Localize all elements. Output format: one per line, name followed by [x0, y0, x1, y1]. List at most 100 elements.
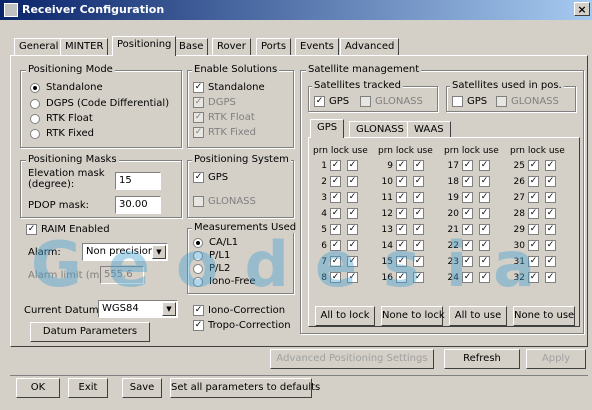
use-checkbox[interactable]	[347, 224, 358, 235]
use-checkbox[interactable]	[413, 272, 424, 283]
tab-base[interactable]: Base	[174, 38, 209, 56]
radio-p-l1[interactable]: P/L1	[193, 250, 230, 261]
lock-checkbox[interactable]	[462, 272, 473, 283]
use-checkbox[interactable]	[347, 192, 358, 203]
close-button[interactable]: ×	[574, 2, 590, 16]
lock-checkbox[interactable]	[396, 272, 407, 283]
lock-checkbox[interactable]	[462, 240, 473, 251]
check-iono-correction[interactable]: Iono-Correction	[193, 305, 285, 316]
use-checkbox[interactable]	[347, 256, 358, 267]
use-checkbox[interactable]	[545, 272, 556, 283]
radio-rtk-float[interactable]: RTK Float	[30, 113, 93, 124]
use-checkbox[interactable]	[347, 176, 358, 187]
tab-ports[interactable]: Ports	[256, 38, 292, 56]
set-defaults-button[interactable]: Set all parameters to defaults	[170, 378, 320, 398]
lock-checkbox[interactable]	[528, 256, 539, 267]
tab-positioning[interactable]: Positioning	[112, 36, 177, 56]
lock-checkbox[interactable]	[462, 176, 473, 187]
use-checkbox[interactable]	[479, 256, 490, 267]
lock-checkbox[interactable]	[330, 208, 341, 219]
refresh-button[interactable]: Refresh	[444, 349, 520, 369]
lock-checkbox[interactable]	[330, 176, 341, 187]
use-checkbox[interactable]	[413, 256, 424, 267]
alarm-select[interactable]: Non precision ▼	[82, 243, 168, 261]
use-checkbox[interactable]	[479, 224, 490, 235]
chevron-down-icon[interactable]: ▼	[152, 245, 166, 259]
use-checkbox[interactable]	[413, 176, 424, 187]
use-checkbox[interactable]	[545, 160, 556, 171]
lock-checkbox[interactable]	[528, 160, 539, 171]
use-checkbox[interactable]	[479, 208, 490, 219]
lock-checkbox[interactable]	[528, 272, 539, 283]
chevron-down-icon[interactable]: ▼	[162, 302, 176, 316]
pdop-mask-input[interactable]: 30.00	[115, 196, 161, 214]
lock-checkbox[interactable]	[462, 160, 473, 171]
lock-checkbox[interactable]	[528, 208, 539, 219]
lock-checkbox[interactable]	[528, 240, 539, 251]
lock-checkbox[interactable]	[396, 240, 407, 251]
lock-checkbox[interactable]	[462, 208, 473, 219]
check-tropo-correction[interactable]: Tropo-Correction	[193, 320, 291, 331]
lock-checkbox[interactable]	[528, 224, 539, 235]
tab-minter[interactable]: MINTER	[60, 38, 109, 56]
use-checkbox[interactable]	[347, 160, 358, 171]
use-checkbox[interactable]	[479, 272, 490, 283]
use-checkbox[interactable]	[479, 240, 490, 251]
use-checkbox[interactable]	[479, 176, 490, 187]
datum-parameters-button[interactable]: Datum Parameters	[30, 322, 150, 342]
lock-checkbox[interactable]	[330, 256, 341, 267]
inner-tab-glonass[interactable]: GLONASS	[349, 121, 411, 138]
lock-checkbox[interactable]	[330, 224, 341, 235]
lock-checkbox[interactable]	[396, 256, 407, 267]
lock-checkbox[interactable]	[396, 160, 407, 171]
lock-checkbox[interactable]	[330, 160, 341, 171]
tab-advanced[interactable]: Advanced	[340, 38, 400, 56]
tab-events[interactable]: Events	[295, 38, 339, 56]
check-used-gps[interactable]: GPS	[452, 96, 487, 107]
lock-checkbox[interactable]	[528, 192, 539, 203]
check-system-gps[interactable]: GPS	[193, 172, 228, 183]
use-checkbox[interactable]	[545, 208, 556, 219]
none-to-use-button[interactable]: None to use	[513, 306, 575, 326]
use-checkbox[interactable]	[413, 240, 424, 251]
check-raim-enabled[interactable]: RAIM Enabled	[26, 224, 110, 235]
radio-standalone[interactable]: Standalone	[30, 82, 103, 93]
elevation-mask-input[interactable]: 15	[115, 172, 161, 190]
lock-checkbox[interactable]	[330, 272, 341, 283]
lock-checkbox[interactable]	[330, 240, 341, 251]
check-standalone[interactable]: Standalone	[193, 82, 265, 93]
use-checkbox[interactable]	[413, 224, 424, 235]
use-checkbox[interactable]	[479, 160, 490, 171]
use-checkbox[interactable]	[479, 192, 490, 203]
exit-button[interactable]: Exit	[68, 378, 108, 398]
radio-dgps[interactable]: DGPS (Code Differential)	[30, 98, 169, 109]
radio-ca-l1[interactable]: CA/L1	[193, 237, 238, 248]
lock-checkbox[interactable]	[396, 192, 407, 203]
use-checkbox[interactable]	[545, 240, 556, 251]
use-checkbox[interactable]	[545, 256, 556, 267]
all-to-lock-button[interactable]: All to lock	[315, 306, 375, 326]
tab-general[interactable]: General	[14, 38, 64, 56]
use-checkbox[interactable]	[347, 240, 358, 251]
lock-checkbox[interactable]	[396, 176, 407, 187]
use-checkbox[interactable]	[413, 208, 424, 219]
check-tracked-gps[interactable]: GPS	[314, 96, 349, 107]
use-checkbox[interactable]	[545, 224, 556, 235]
lock-checkbox[interactable]	[396, 224, 407, 235]
save-button[interactable]: Save	[122, 378, 162, 398]
lock-checkbox[interactable]	[462, 224, 473, 235]
radio-p-l2[interactable]: P/L2	[193, 263, 230, 274]
lock-checkbox[interactable]	[462, 256, 473, 267]
use-checkbox[interactable]	[413, 192, 424, 203]
none-to-lock-button[interactable]: None to lock	[381, 306, 445, 326]
use-checkbox[interactable]	[545, 192, 556, 203]
lock-checkbox[interactable]	[330, 192, 341, 203]
datum-select[interactable]: WGS84 ▼	[98, 300, 178, 318]
lock-checkbox[interactable]	[528, 176, 539, 187]
use-checkbox[interactable]	[413, 160, 424, 171]
ok-button[interactable]: OK	[16, 378, 60, 398]
inner-tab-waas[interactable]: WAAS	[407, 121, 451, 138]
inner-tab-gps[interactable]: GPS	[310, 119, 345, 138]
radio-rtk-fixed[interactable]: RTK Fixed	[30, 128, 94, 139]
use-checkbox[interactable]	[347, 272, 358, 283]
